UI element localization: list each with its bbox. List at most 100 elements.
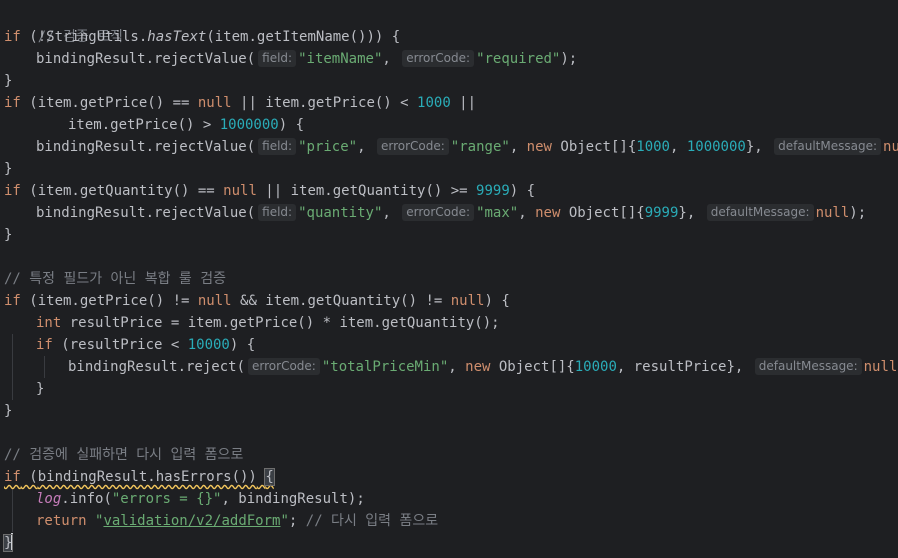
method-hasText: hasText: [147, 29, 207, 45]
keyword-null: null: [223, 183, 257, 199]
keyword-if: if: [4, 95, 21, 111]
code-line[interactable]: }: [4, 400, 12, 422]
number-literal: 1000000: [219, 117, 279, 133]
code-text: ||: [450, 95, 477, 111]
code-text: (: [20, 469, 38, 485]
string-literal: "max": [476, 205, 519, 221]
code-text: ,: [382, 205, 400, 221]
code-text: Object[]{: [560, 205, 645, 221]
code-text: ,: [357, 139, 374, 155]
code-text: (item.getItemName())) {: [206, 29, 401, 45]
code-comment: // 다시 입력 폼으로: [297, 513, 439, 529]
keyword-null: null: [883, 139, 898, 155]
code-text: ) {: [229, 337, 256, 353]
string-literal: ": [280, 513, 289, 529]
keyword-if: if: [36, 337, 53, 353]
code-line[interactable]: return "validation/v2/addForm"; // 다시 입력…: [36, 510, 438, 532]
string-literal: "required": [476, 51, 561, 67]
text-caret: [11, 533, 14, 550]
code-text: || item.getPrice() <: [231, 95, 418, 111]
code-text: },: [745, 139, 772, 155]
keyword-return: return: [36, 513, 87, 529]
number-literal: 10000: [574, 359, 617, 375]
code-text: .info(: [61, 491, 112, 507]
number-literal: 1000000: [686, 139, 746, 155]
keyword-if: if: [4, 293, 21, 309]
code-text: (!StringUtils.: [20, 29, 148, 45]
code-text: Object[]{: [551, 139, 637, 155]
code-text: }: [4, 227, 13, 243]
string-literal: "itemName": [298, 51, 383, 67]
inlay-hint-defaultmessage: defaultMessage:: [774, 138, 882, 155]
code-text: }: [4, 403, 13, 419]
code-line[interactable]: if (bindingResult.hasErrors()) {: [4, 466, 275, 488]
keyword-int: int: [36, 315, 62, 331]
code-line[interactable]: // 특정 필드가 아닌 복합 룰 검증: [4, 268, 226, 290]
indent-guide: [12, 488, 13, 532]
code-line[interactable]: }: [4, 224, 12, 246]
code-text: resultPrice = item.getPrice() * item.get…: [61, 315, 500, 331]
code-line[interactable]: // 검증 로직: [4, 4, 123, 45]
code-line[interactable]: if (item.getPrice() == null || item.getP…: [4, 92, 476, 114]
code-line[interactable]: int resultPrice = item.getPrice() * item…: [36, 312, 500, 334]
code-text: );: [849, 205, 867, 221]
code-text: bindingResult.hasErrors()): [37, 469, 257, 485]
inlay-hint-defaultmessage: defaultMessage:: [754, 358, 862, 375]
code-text: bindingResult.rejectValue(: [36, 51, 256, 67]
inlay-hint-errorcode: errorCode:: [248, 358, 320, 375]
code-text: item.getPrice() >: [68, 117, 220, 133]
code-text: (resultPrice <: [52, 337, 188, 353]
code-line[interactable]: log.info("errors = {}", bindingResult);: [36, 488, 365, 510]
code-text: || item.getQuantity() >=: [256, 183, 477, 199]
code-text: ) {: [278, 117, 305, 133]
keyword-null: null: [197, 95, 232, 111]
code-text: , bindingResult);: [221, 491, 365, 507]
code-text: , resultPrice},: [616, 359, 752, 375]
code-text: (item.getQuantity() ==: [20, 183, 224, 199]
view-path-link[interactable]: validation/v2/addForm: [103, 513, 280, 529]
string-literal: "quantity": [298, 205, 383, 221]
code-line[interactable]: bindingResult.rejectValue(field: "quantit…: [36, 202, 866, 224]
code-line[interactable]: item.getPrice() > 1000000) {: [68, 114, 304, 136]
code-line[interactable]: bindingResult.reject(errorCode: "totalPri…: [68, 356, 898, 378]
string-literal: "errors = {}": [111, 491, 222, 507]
number-literal: 10000: [187, 337, 230, 353]
keyword-null: null: [815, 205, 850, 221]
code-text: ,: [669, 139, 687, 155]
number-literal: 9999: [644, 205, 679, 221]
code-text: ,: [509, 139, 527, 155]
keyword-new: new: [526, 139, 552, 155]
code-text: },: [678, 205, 704, 221]
code-text: Object[]{: [490, 359, 575, 375]
code-line[interactable]: }: [2, 532, 14, 554]
code-line[interactable]: if (item.getPrice() != null && item.getQ…: [4, 290, 510, 312]
code-line[interactable]: // 검증에 실패하면 다시 입력 폼으로: [4, 444, 243, 466]
inlay-hint-errorcode: errorCode:: [402, 204, 475, 221]
keyword-if: if: [4, 183, 21, 199]
inlay-hint-field: field:: [258, 138, 297, 155]
code-comment: // 검증에 실패하면 다시 입력 폼으로: [4, 447, 244, 463]
number-literal: 9999: [476, 183, 510, 199]
code-text: bindingResult.rejectValue(: [36, 139, 256, 155]
code-text: ,: [518, 205, 536, 221]
code-line[interactable]: }: [36, 378, 44, 400]
inlay-hint-errorcode: errorCode:: [402, 50, 475, 67]
code-text: }: [4, 161, 13, 177]
code-text: (item.getPrice() !=: [20, 293, 198, 309]
number-literal: 1000: [417, 95, 451, 111]
keyword-if: if: [4, 469, 21, 485]
code-line[interactable]: if (item.getQuantity() == null || item.g…: [4, 180, 535, 202]
code-line[interactable]: }: [4, 158, 12, 180]
code-line[interactable]: if (resultPrice < 10000) {: [36, 334, 255, 356]
code-line[interactable]: bindingResult.rejectValue(field: "itemNam…: [36, 48, 577, 70]
keyword-if: if: [4, 29, 21, 45]
keyword-null: null: [197, 293, 232, 309]
string-literal: "price": [298, 139, 358, 155]
code-line[interactable]: bindingResult.rejectValue(field: "price",…: [36, 136, 898, 158]
code-editor[interactable]: // 검증 로직 if (!StringUtils.hasText(item.g…: [0, 0, 898, 558]
code-line[interactable]: if (!StringUtils.hasText(item.getItemNam…: [4, 26, 400, 48]
code-text: );: [560, 51, 578, 67]
code-line[interactable]: }: [4, 70, 12, 92]
indent-guide: [44, 356, 45, 378]
warning-highlight[interactable]: if (bindingResult.hasErrors()) {: [4, 468, 275, 486]
